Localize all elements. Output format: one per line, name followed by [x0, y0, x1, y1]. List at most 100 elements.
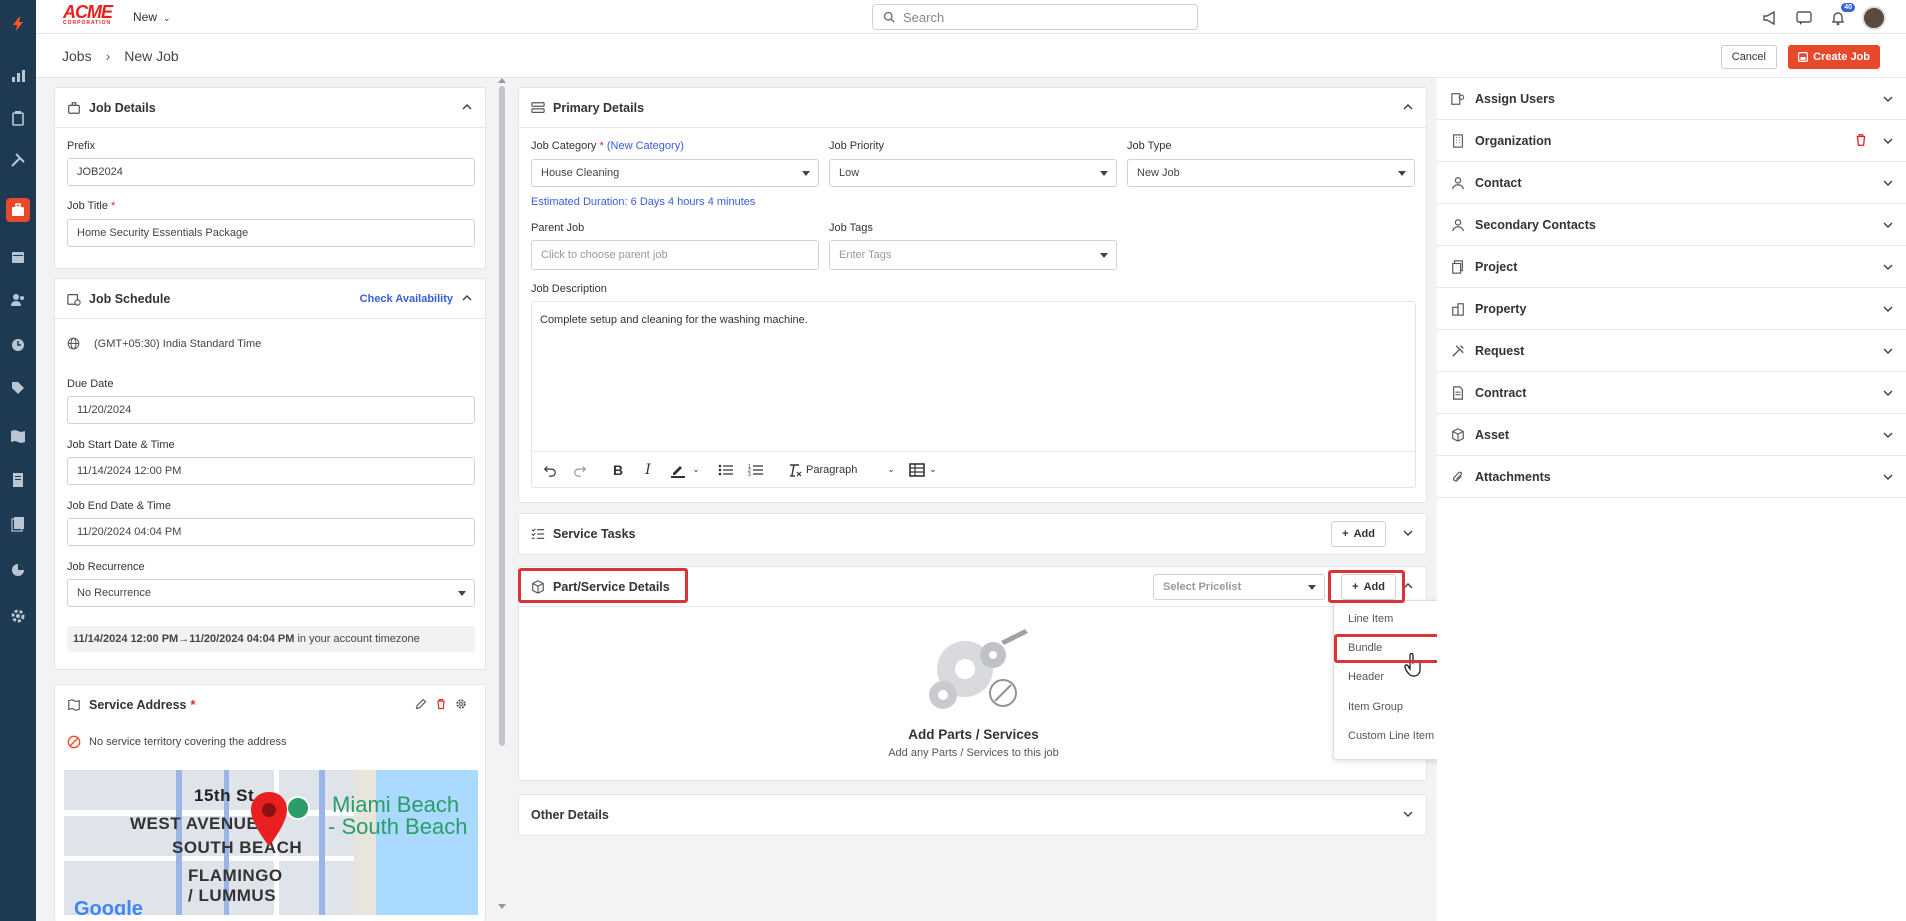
- property-section[interactable]: Property: [1437, 288, 1906, 330]
- organization-section[interactable]: Organization: [1437, 120, 1906, 162]
- chevron-down-icon[interactable]: [1882, 429, 1894, 441]
- timezone-row[interactable]: (GMT+05:30) India Standard Time: [67, 337, 261, 350]
- chart-icon[interactable]: [6, 64, 30, 88]
- job-description-editor[interactable]: Complete setup and cleaning for the wash…: [531, 301, 1416, 488]
- paragraph-select[interactable]: Paragraph ⌄: [806, 464, 895, 476]
- start-date-field[interactable]: 11/14/2024 12:00 PM: [67, 457, 475, 485]
- undo-icon[interactable]: [542, 462, 558, 478]
- new-dropdown-button[interactable]: New ⌄: [133, 10, 171, 24]
- trash-icon[interactable]: [1854, 133, 1868, 147]
- tag-icon[interactable]: [6, 376, 30, 400]
- pie-chart-icon[interactable]: [6, 558, 30, 582]
- caret-down-icon: [1308, 585, 1316, 590]
- project-section[interactable]: Project: [1437, 246, 1906, 288]
- clock-icon[interactable]: [6, 333, 30, 357]
- invoice-icon[interactable]: [6, 468, 30, 492]
- chevron-down-icon[interactable]: [1882, 387, 1894, 399]
- users-icon[interactable]: [6, 288, 30, 312]
- scroll-up-arrow[interactable]: [498, 78, 506, 83]
- italic-icon[interactable]: I: [640, 462, 656, 478]
- cancel-button[interactable]: Cancel: [1720, 45, 1777, 69]
- menu-item-line-item[interactable]: Line Item: [1348, 613, 1393, 625]
- parent-job-field[interactable]: Click to choose parent job: [531, 240, 819, 270]
- documents-icon[interactable]: [6, 512, 30, 536]
- chevron-down-icon[interactable]: [1882, 177, 1894, 189]
- clipboard-icon[interactable]: [6, 106, 30, 130]
- user-icon: [1451, 176, 1465, 190]
- avatar[interactable]: [1862, 6, 1886, 30]
- chevron-down-icon[interactable]: [1882, 93, 1894, 105]
- chevron-down-icon[interactable]: [1402, 808, 1414, 820]
- asset-section[interactable]: Asset: [1437, 414, 1906, 456]
- new-category-link[interactable]: (New Category): [607, 140, 684, 152]
- chevron-up-icon[interactable]: [461, 101, 473, 113]
- chevron-down-icon[interactable]: [1402, 527, 1414, 539]
- search-bar[interactable]: [872, 4, 1198, 30]
- gear-icon[interactable]: [455, 698, 467, 710]
- prefix-field[interactable]: JOB2024: [67, 158, 475, 186]
- chevron-down-icon[interactable]: [1882, 345, 1894, 357]
- other-details-header[interactable]: Other Details: [519, 795, 1426, 835]
- chevron-down-icon[interactable]: ⌄: [688, 462, 704, 478]
- service-address-map[interactable]: 15th St WEST AVENUE SOUTH BEACH FLAMINGO…: [64, 770, 478, 915]
- map-icon[interactable]: [6, 424, 30, 448]
- bullet-list-icon[interactable]: [718, 462, 734, 478]
- add-service-task-button[interactable]: + Add: [1331, 521, 1386, 547]
- chevron-down-icon[interactable]: [1882, 219, 1894, 231]
- search-input[interactable]: [903, 9, 1183, 25]
- trash-icon[interactable]: [435, 698, 447, 710]
- due-date-field[interactable]: 11/20/2024: [67, 396, 475, 424]
- briefcase-icon[interactable]: [6, 198, 30, 222]
- clear-format-icon[interactable]: [786, 462, 802, 478]
- contact-section[interactable]: Contact: [1437, 162, 1906, 204]
- service-tasks-header[interactable]: Service Tasks + Add: [519, 514, 1426, 554]
- table-icon[interactable]: [909, 462, 925, 478]
- numbered-list-icon[interactable]: 123: [748, 462, 764, 478]
- job-category-select[interactable]: House Cleaning: [531, 159, 819, 187]
- contract-section[interactable]: Contract: [1437, 372, 1906, 414]
- bell-icon[interactable]: 40: [1828, 3, 1855, 28]
- chevron-down-icon[interactable]: [1882, 261, 1894, 273]
- menu-item-item-group[interactable]: Item Group: [1348, 701, 1403, 713]
- job-details-header[interactable]: Job Details: [55, 88, 485, 128]
- job-description-text[interactable]: Complete setup and cleaning for the wash…: [540, 314, 808, 326]
- chevron-up-icon[interactable]: [461, 292, 473, 304]
- check-availability-link[interactable]: Check Availability: [360, 293, 453, 305]
- calendar-icon[interactable]: [6, 245, 30, 269]
- recurrence-select[interactable]: No Recurrence: [67, 579, 475, 607]
- menu-item-custom-line-item[interactable]: Custom Line Item: [1348, 730, 1434, 742]
- highlight-icon[interactable]: [670, 462, 686, 478]
- job-tags-field[interactable]: Enter Tags: [829, 240, 1117, 270]
- assign-users-section[interactable]: Assign Users: [1437, 78, 1906, 120]
- chevron-down-icon[interactable]: [1882, 303, 1894, 315]
- pricelist-select[interactable]: Select Pricelist: [1153, 574, 1325, 600]
- acme-logo[interactable]: ACME CORPORATION: [63, 2, 117, 28]
- end-date-field[interactable]: 11/20/2024 04:04 PM: [67, 518, 475, 546]
- menu-item-header[interactable]: Header: [1348, 671, 1384, 683]
- chevron-down-icon[interactable]: [1882, 135, 1894, 147]
- create-job-button[interactable]: Create Job: [1788, 45, 1880, 69]
- chevron-down-icon[interactable]: [1882, 471, 1894, 483]
- lightning-logo-icon[interactable]: [6, 12, 30, 36]
- tools-icon[interactable]: [6, 148, 30, 172]
- chat-icon[interactable]: [1794, 8, 1814, 28]
- job-schedule-header[interactable]: Job Schedule Check Availability: [55, 279, 485, 319]
- breadcrumb-jobs-link[interactable]: Jobs: [62, 48, 92, 64]
- job-priority-select[interactable]: Low: [829, 159, 1117, 187]
- megaphone-icon[interactable]: [1760, 8, 1780, 28]
- request-section[interactable]: Request: [1437, 330, 1906, 372]
- edit-icon[interactable]: [415, 698, 427, 710]
- chevron-down-icon[interactable]: ⌄: [925, 462, 941, 478]
- attachments-section[interactable]: Attachments: [1437, 456, 1906, 498]
- primary-details-header[interactable]: Primary Details: [519, 88, 1426, 128]
- job-type-select[interactable]: New Job: [1127, 159, 1415, 187]
- scrollbar[interactable]: [499, 86, 505, 746]
- chevron-up-icon[interactable]: [1402, 101, 1414, 113]
- scroll-down-arrow[interactable]: [498, 904, 506, 909]
- brand-name: ACME: [63, 2, 113, 22]
- bold-icon[interactable]: B: [610, 462, 626, 478]
- secondary-contacts-section[interactable]: Secondary Contacts: [1437, 204, 1906, 246]
- redo-icon[interactable]: [572, 462, 588, 478]
- job-title-field[interactable]: Home Security Essentials Package: [67, 219, 475, 247]
- settings-icon[interactable]: [6, 604, 30, 628]
